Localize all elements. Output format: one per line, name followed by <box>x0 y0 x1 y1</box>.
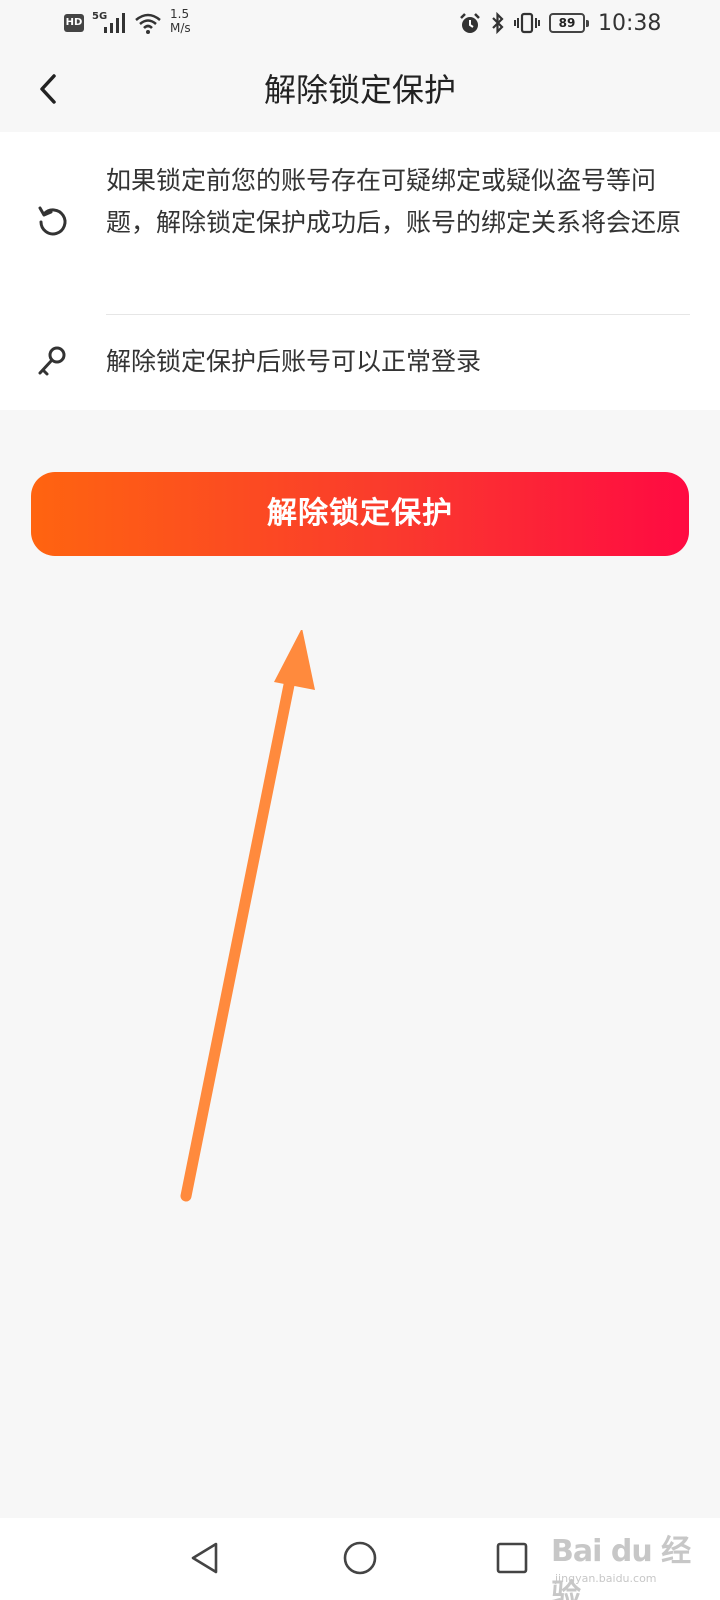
nav-recent-apps-icon[interactable] <box>495 1541 529 1575</box>
network-speed: 1.5 M/s <box>170 7 191 35</box>
nav-home-icon[interactable] <box>342 1540 378 1576</box>
key-icon <box>38 346 66 376</box>
watermark: Bai du 经验 jingyan.baidu.com <box>551 1520 711 1600</box>
watermark-url: jingyan.baidu.com <box>555 1572 657 1585</box>
speed-value: 1.5 <box>170 7 190 21</box>
refresh-icon <box>38 206 67 236</box>
wifi-icon <box>135 13 161 34</box>
speed-unit: M/s <box>170 21 191 35</box>
info-card: 如果锁定前您的账号存在可疑绑定或疑似盗号等问题，解除锁定保护成功后，账号的绑定关… <box>0 132 720 410</box>
info-text: 如果锁定前您的账号存在可疑绑定或疑似盗号等问题，解除锁定保护成功后，账号的绑定关… <box>106 166 682 237</box>
info-item: 如果锁定前您的账号存在可疑绑定或疑似盗号等问题，解除锁定保护成功后，账号的绑定关… <box>0 132 720 314</box>
alarm-icon <box>460 13 480 33</box>
page-title: 解除锁定保护 <box>263 71 456 109</box>
info-item: 解除锁定保护后账号可以正常登录 <box>0 315 720 410</box>
bluetooth-icon <box>492 11 504 35</box>
watermark-logo: Bai du 经验 <box>551 1534 691 1600</box>
clock: 10:38 <box>598 11 662 36</box>
unlock-protection-button[interactable]: 解除锁定保护 <box>31 472 689 556</box>
annotation-arrow <box>180 630 315 1202</box>
info-text: 解除锁定保护后账号可以正常登录 <box>106 347 482 376</box>
vibrate-icon <box>514 12 540 34</box>
status-bar: HD 5G 1.5 M/s 89 10:38 <box>0 0 720 48</box>
hd-indicator: HD <box>64 14 84 32</box>
battery-indicator: 89 <box>549 13 589 33</box>
nav-back-icon[interactable] <box>188 1540 222 1576</box>
signal-icon <box>104 13 125 33</box>
app-header: 解除锁定保护 <box>0 48 720 132</box>
